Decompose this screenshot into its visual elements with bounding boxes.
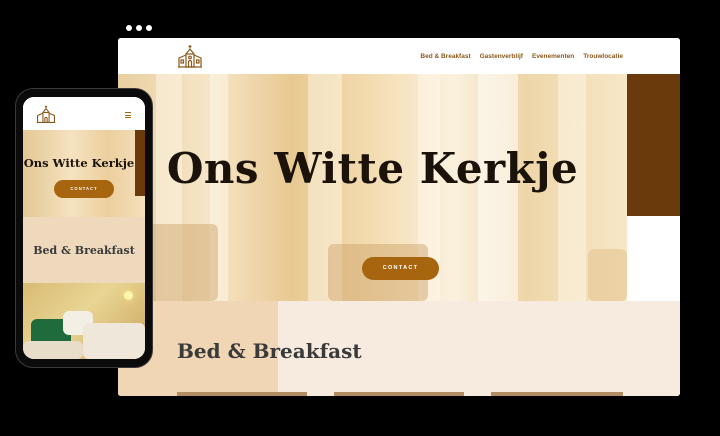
- contact-button[interactable]: CONTACT: [362, 257, 439, 280]
- desktop-menu: Bed & Breakfast Gastenverblijf Evenement…: [420, 53, 623, 60]
- bedroom-photo: [23, 283, 145, 359]
- nav-link-gastenverblijf[interactable]: Gastenverblijf: [480, 53, 523, 60]
- image-strip: [491, 392, 623, 396]
- decorative-brown-block: [627, 74, 680, 216]
- church-icon[interactable]: [36, 104, 56, 124]
- image-strip: [334, 392, 464, 396]
- mobile-screen: Ons Witte Kerkje CONTACT Bed & Breakfast: [23, 97, 145, 359]
- mobile-contact-button[interactable]: CONTACT: [54, 180, 114, 198]
- hamburger-menu-icon[interactable]: [125, 112, 131, 120]
- mobile-mockup: Ons Witte Kerkje CONTACT Bed & Breakfast: [15, 88, 153, 368]
- decorative-white-block: [627, 216, 680, 301]
- desktop-navbar: Bed & Breakfast Gastenverblijf Evenement…: [118, 38, 680, 74]
- nav-link-bed-breakfast[interactable]: Bed & Breakfast: [420, 53, 470, 60]
- church-icon[interactable]: [177, 43, 203, 69]
- nav-link-trouwlocatie[interactable]: Trouwlocatie: [583, 53, 623, 60]
- nav-link-evenementen[interactable]: Evenementen: [532, 53, 574, 60]
- mobile-bed-breakfast-section: Bed & Breakfast: [23, 217, 145, 283]
- section-title: Bed & Breakfast: [177, 339, 362, 363]
- hero-title: Ons Witte Kerkje: [166, 144, 579, 193]
- image-strip: [177, 392, 307, 396]
- mobile-navbar: [23, 97, 145, 130]
- window-controls: [126, 25, 152, 31]
- mobile-hero-title: Ons Witte Kerkje: [23, 156, 135, 170]
- bed-breakfast-section: Bed & Breakfast: [118, 301, 680, 396]
- decorative-brown-block: [135, 130, 145, 196]
- mobile-section-title: Bed & Breakfast: [33, 244, 135, 257]
- desktop-mockup: Bed & Breakfast Gastenverblijf Evenement…: [118, 38, 680, 396]
- hero-image: Ons Witte Kerkje CONTACT: [118, 74, 627, 301]
- mobile-hero-image: Ons Witte Kerkje CONTACT: [23, 130, 145, 217]
